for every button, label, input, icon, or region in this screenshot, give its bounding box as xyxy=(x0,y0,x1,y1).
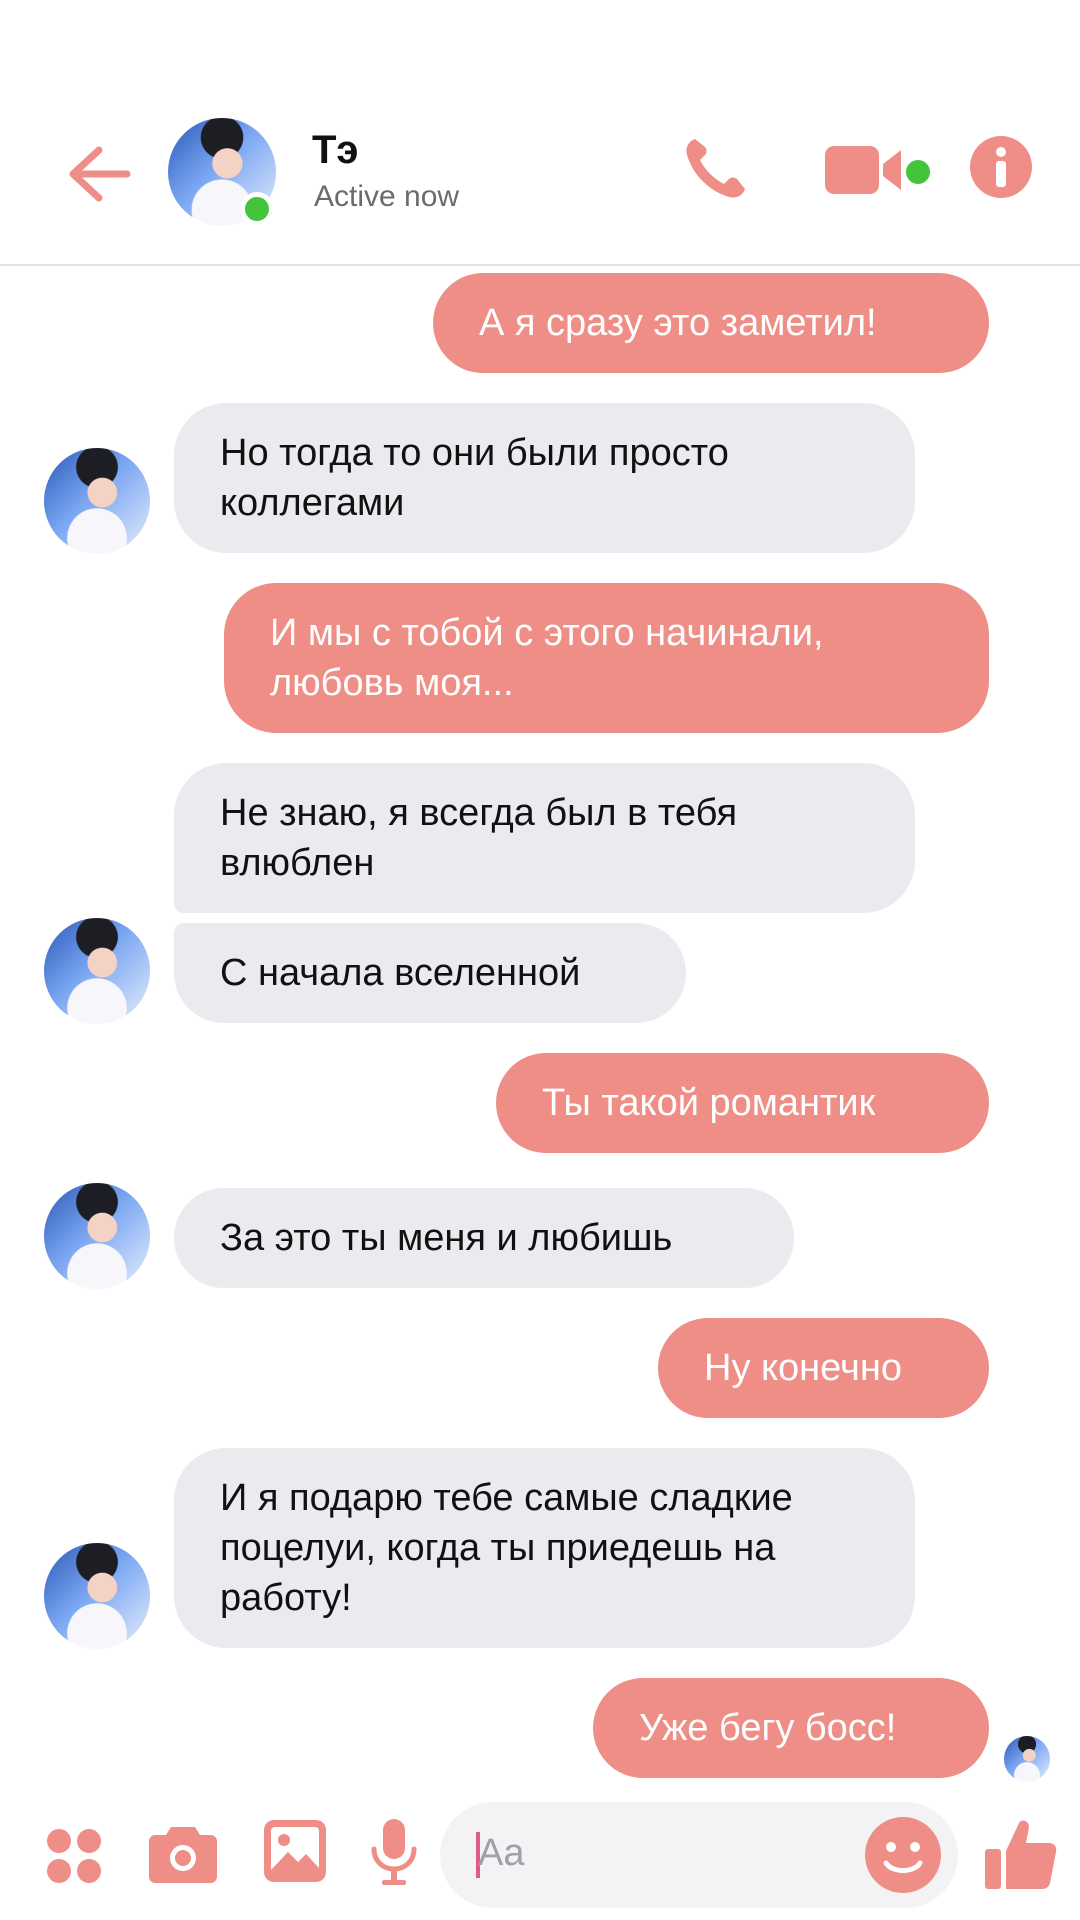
gallery-button[interactable] xyxy=(262,1818,328,1884)
message-composer: Aa xyxy=(0,1790,1080,1920)
emoji-button[interactable] xyxy=(864,1816,942,1894)
phone-icon xyxy=(686,139,745,198)
message-text: И я подарю тебе самые сладкие поцелуи, к… xyxy=(220,1477,793,1619)
image-icon xyxy=(264,1820,326,1882)
message-incoming[interactable]: И я подарю тебе самые сладкие поцелуи, к… xyxy=(174,1448,915,1648)
message-incoming[interactable]: Не знаю, я всегда был в тебя влюблен xyxy=(174,763,915,913)
message-text: Уже бегу босс! xyxy=(639,1707,897,1749)
message-input-placeholder: Aa xyxy=(478,1832,525,1874)
sender-avatar[interactable] xyxy=(44,1183,150,1289)
message-text: Ну конечно xyxy=(704,1347,902,1389)
message-input[interactable]: Aa xyxy=(440,1802,958,1908)
back-button[interactable] xyxy=(58,134,138,214)
seen-receipt-avatar xyxy=(1004,1736,1050,1782)
online-indicator xyxy=(240,192,274,226)
message-text: И мы с тобой с этого начинали, любовь мо… xyxy=(270,612,824,704)
apps-grid-icon xyxy=(47,1829,101,1883)
video-available-indicator xyxy=(906,160,930,184)
message-outgoing[interactable]: Ты такой романтик xyxy=(496,1053,989,1153)
message-text: За это ты меня и любишь xyxy=(220,1217,673,1259)
contact-name[interactable]: Тэ xyxy=(312,128,359,173)
video-call-button[interactable] xyxy=(818,140,918,200)
video-camera-icon xyxy=(825,146,901,194)
arrow-left-icon xyxy=(69,146,131,202)
thumbs-up-icon xyxy=(985,1820,1057,1889)
voice-button[interactable] xyxy=(366,1816,422,1888)
message-outgoing[interactable]: И мы с тобой с этого начинали, любовь мо… xyxy=(224,583,989,733)
message-outgoing[interactable]: А я сразу это заметил! xyxy=(433,273,989,373)
message-incoming[interactable]: Но тогда то они были просто коллегами xyxy=(174,403,915,553)
contact-status: Active now xyxy=(314,180,460,213)
message-text: С начала вселенной xyxy=(220,952,581,994)
smile-icon xyxy=(865,1817,941,1893)
message-incoming[interactable]: С начала вселенной xyxy=(174,923,686,1023)
status-bar-area xyxy=(0,0,1080,110)
sender-avatar[interactable] xyxy=(44,1543,150,1649)
voice-call-button[interactable] xyxy=(678,130,754,206)
apps-button[interactable] xyxy=(44,1826,104,1886)
sender-avatar[interactable] xyxy=(44,448,150,554)
message-incoming[interactable]: За это ты меня и любишь xyxy=(174,1188,794,1288)
camera-icon xyxy=(149,1827,217,1883)
info-button[interactable] xyxy=(968,134,1034,200)
sender-avatar[interactable] xyxy=(44,918,150,1024)
message-text: Не знаю, я всегда был в тебя влюблен xyxy=(220,792,738,884)
message-text: Ты такой романтик xyxy=(542,1082,876,1124)
microphone-icon xyxy=(371,1819,417,1885)
camera-button[interactable] xyxy=(148,1820,218,1886)
message-outgoing[interactable]: Уже бегу босс! xyxy=(593,1678,989,1778)
info-icon xyxy=(970,136,1032,198)
message-text: А я сразу это заметил! xyxy=(479,302,877,344)
message-outgoing[interactable]: Ну конечно xyxy=(658,1318,989,1418)
message-text: Но тогда то они были просто коллегами xyxy=(220,432,729,524)
like-button[interactable] xyxy=(984,1816,1058,1892)
conversation-header: Тэ Active now xyxy=(0,110,1080,266)
